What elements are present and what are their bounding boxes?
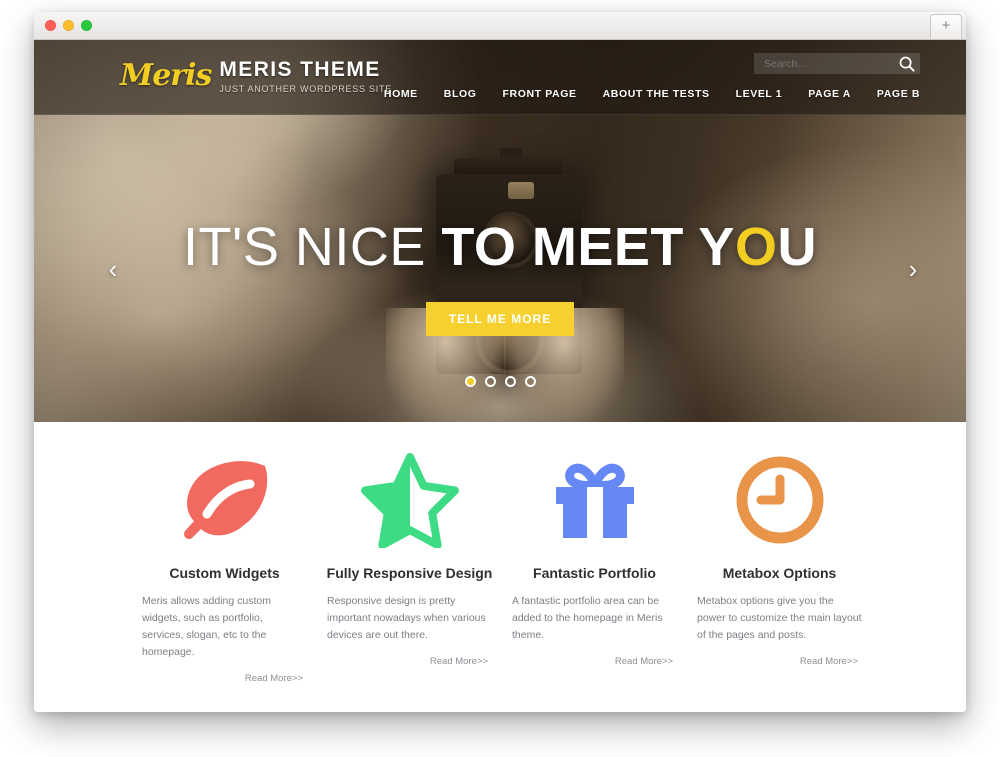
feature-title: Metabox Options <box>722 565 837 581</box>
feature-title: Fantastic Portfolio <box>533 565 656 581</box>
hero-headline-part2: TO MEET Y <box>441 217 735 277</box>
new-tab-button[interactable]: + <box>930 14 962 39</box>
slider-pagination <box>34 376 966 387</box>
meris-logo-mark: Meris <box>120 58 212 93</box>
gift-icon <box>508 448 681 552</box>
nav-item-front-page[interactable]: FRONT PAGE <box>503 88 577 100</box>
feature-title: Fully Responsive Design <box>326 565 493 581</box>
feature-text: A fantastic portfolio area can be added … <box>512 595 663 641</box>
zoom-window-button[interactable] <box>81 20 92 31</box>
slider-dot-1[interactable] <box>464 376 476 387</box>
feature-text: Meris allows adding custom widgets, such… <box>142 595 271 658</box>
page-viewport: Meris MERIS THEME JUST ANOTHER WORDPRESS… <box>34 40 966 712</box>
half-star-icon <box>323 448 496 552</box>
read-more-link[interactable]: Read More>> <box>693 656 866 667</box>
feature-text: Responsive design is pretty important no… <box>327 595 486 641</box>
search-box[interactable] <box>754 53 920 74</box>
feature-text: Metabox options give you the power to cu… <box>697 595 862 641</box>
hero-slider: Meris MERIS THEME JUST ANOTHER WORDPRESS… <box>34 40 966 422</box>
minimize-window-button[interactable] <box>63 20 74 31</box>
nav-item-page-b[interactable]: PAGE B <box>877 88 920 100</box>
hero-headline-part3: U <box>777 217 817 277</box>
feature-card-custom-widgets: Custom Widgets Meris allows adding custo… <box>132 448 317 684</box>
slider-dot-4[interactable] <box>524 376 536 387</box>
features-section: Custom Widgets Meris allows adding custo… <box>34 422 966 712</box>
feature-card-metabox-options: Metabox Options Metabox options give you… <box>687 448 872 684</box>
hero-headline-accent: O <box>734 217 778 277</box>
features-grid: Custom Widgets Meris allows adding custo… <box>132 448 872 684</box>
window-traffic-lights <box>45 20 92 31</box>
feature-card-fully-responsive-design: Fully Responsive Design Responsive desig… <box>317 448 502 684</box>
nav-item-level-1[interactable]: LEVEL 1 <box>736 88 783 100</box>
browser-titlebar: + <box>34 12 966 40</box>
hero-headline: IT'S NICE TO MEET YOU <box>34 218 966 276</box>
slider-dot-2[interactable] <box>484 376 496 387</box>
read-more-link[interactable]: Read More>> <box>138 673 311 684</box>
browser-window: + Meris MERIS THEME JUST ANOTHER WORDPRE… <box>34 12 966 712</box>
search-icon[interactable] <box>898 55 916 73</box>
feature-card-fantastic-portfolio: Fantastic Portfolio A fantastic portfoli… <box>502 448 687 684</box>
nav-item-page-a[interactable]: PAGE A <box>808 88 851 100</box>
main-navigation: HOME BLOG FRONT PAGE ABOUT THE TESTS LEV… <box>384 88 920 100</box>
chevron-right-icon[interactable]: › <box>896 252 930 286</box>
slider-dot-3[interactable] <box>504 376 516 387</box>
nav-item-about-tests[interactable]: ABOUT THE TESTS <box>603 88 710 100</box>
site-title-block: MERIS THEME JUST ANOTHER WORDPRESS SITE <box>219 52 392 94</box>
leaf-icon <box>138 448 311 552</box>
site-title: MERIS THEME <box>219 58 381 81</box>
chevron-left-icon[interactable]: ‹ <box>96 252 130 286</box>
tell-me-more-button[interactable]: TELL ME MORE <box>426 302 574 336</box>
nav-item-blog[interactable]: BLOG <box>444 88 477 100</box>
search-input[interactable] <box>762 57 884 71</box>
site-header: Meris MERIS THEME JUST ANOTHER WORDPRESS… <box>34 40 966 115</box>
nav-item-home[interactable]: HOME <box>384 88 418 100</box>
read-more-link[interactable]: Read More>> <box>323 656 496 667</box>
feature-title: Custom Widgets <box>169 565 280 581</box>
clock-icon <box>693 448 866 552</box>
close-window-button[interactable] <box>45 20 56 31</box>
hero-headline-part1: IT'S NICE <box>183 217 442 277</box>
site-tagline: JUST ANOTHER WORDPRESS SITE <box>219 84 392 94</box>
read-more-link[interactable]: Read More>> <box>508 656 681 667</box>
site-branding[interactable]: Meris MERIS THEME JUST ANOTHER WORDPRESS… <box>120 52 392 94</box>
